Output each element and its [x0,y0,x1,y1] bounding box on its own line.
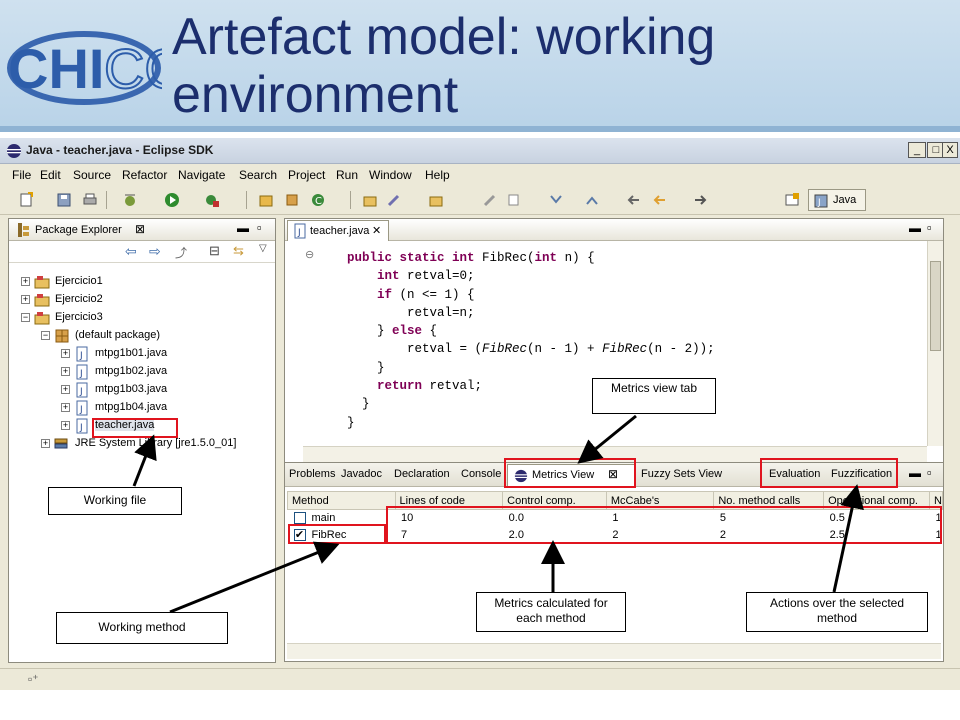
callout-text-line: Metrics calculated for [494,596,608,610]
callout-metrics-calculated: Metrics calculated for each method [476,592,626,632]
callout-metrics-view-tab: Metrics view tab [592,378,716,414]
callout-text-line: method [816,611,858,625]
callout-text-line: Actions over the selected [769,596,905,610]
callout-text-line: each method [516,611,586,625]
callout-working-method: Working method [56,612,228,644]
callout-working-file: Working file [48,487,182,515]
callout-actions: Actions over the selected method [746,592,928,632]
